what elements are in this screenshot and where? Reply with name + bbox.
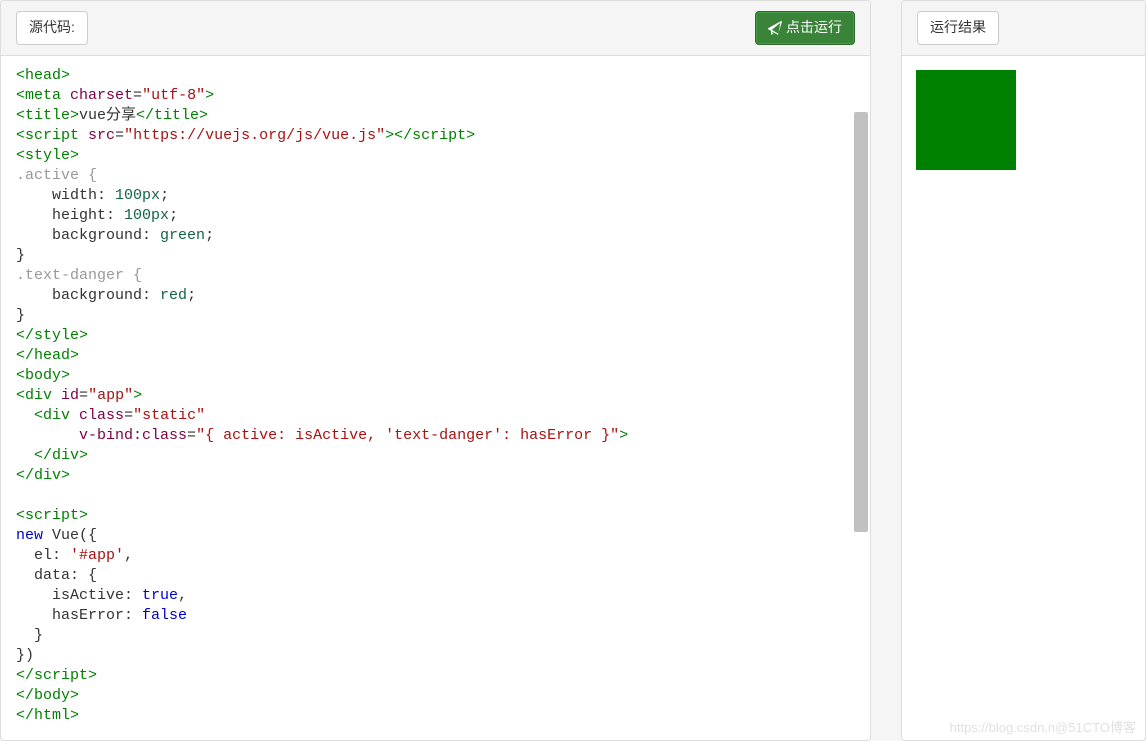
code-content: <head> <meta charset="utf-8"> <title>vue… <box>16 66 855 726</box>
run-button-label: 点击运行 <box>786 18 842 38</box>
source-panel-header: 源代码: 点击运行 <box>1 1 870 56</box>
result-panel: 运行结果 <box>901 0 1146 741</box>
paper-plane-icon <box>768 21 782 35</box>
source-panel: 源代码: 点击运行 <head> <meta charset="utf-8"> … <box>0 0 871 741</box>
result-label-button[interactable]: 运行结果 <box>917 11 999 45</box>
result-green-box <box>916 70 1016 170</box>
code-editor[interactable]: <head> <meta charset="utf-8"> <title>vue… <box>1 56 870 740</box>
source-label-button[interactable]: 源代码: <box>16 11 88 45</box>
result-panel-header: 运行结果 <box>902 1 1145 56</box>
app-container: 源代码: 点击运行 <head> <meta charset="utf-8"> … <box>0 0 1146 741</box>
run-button[interactable]: 点击运行 <box>755 11 855 45</box>
result-body <box>902 56 1145 740</box>
scrollbar-thumb[interactable] <box>854 112 868 532</box>
